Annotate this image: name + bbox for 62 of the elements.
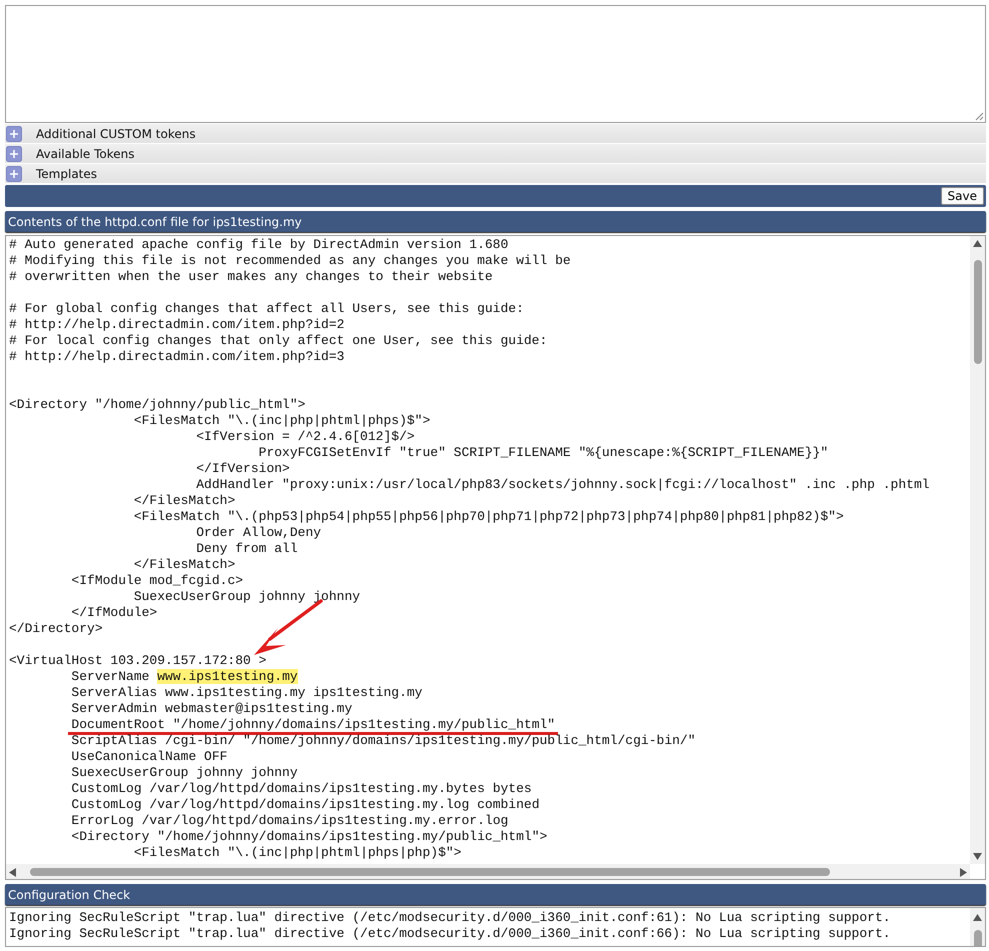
code-line: SuexecUserGroup johnny johnny — [70, 765, 298, 781]
code-line: <VirtualHost 103.209.157.172:80 > — [9, 653, 266, 669]
log-line: Ignoring SecRuleScript "trap.lua" directive (/etc/modsecurity.d/000_i360_init.conf:61): No Lua scripting support. — [9, 910, 891, 926]
code-line: <IfModule mod_fcgid.c> — [70, 573, 244, 589]
code-line: # For global config changes that affect all Users, see this guide: — [9, 301, 524, 317]
code-line: # overwritten when the user makes any changes to their website — [9, 269, 493, 285]
plus-icon — [6, 166, 22, 182]
accordion-row[interactable]: Templates — [5, 164, 986, 183]
config-check-area[interactable] — [5, 907, 986, 947]
config-text-area[interactable] — [5, 235, 986, 880]
section-header: Configuration Check — [5, 884, 986, 905]
code-line: ErrorLog /var/log/httpd/domains/ips1testing.my.error.log — [70, 813, 508, 829]
code-line: ScriptAlias /cgi-bin/ "/home/johnny/domains/ips1testing.my/public_html/cgi-bin/" — [70, 733, 696, 749]
vertical-scrollbar[interactable] — [970, 236, 985, 864]
accordion-row[interactable]: Additional CUSTOM tokens — [5, 124, 986, 143]
code-line: CustomLog /var/log/httpd/domains/ips1testing.my.log combined — [70, 797, 540, 813]
scroll-up-icon[interactable] — [973, 914, 982, 921]
save-button[interactable]: Save — [940, 187, 984, 205]
plus-icon — [6, 126, 22, 142]
code-line: <Directory "/home/johnny/domains/ips1testing.my/public_html"> — [70, 829, 548, 845]
code-line: <IfVersion = /^2.4.6[012]$/> — [195, 429, 415, 445]
code-line: ProxyFCGISetEnvIf "true" SCRIPT_FILENAME "%{unescape:%{SCRIPT_FILENAME}}" — [258, 445, 828, 461]
scroll-left-icon[interactable] — [9, 868, 16, 877]
code-line: <FilesMatch "\.(inc|php|phtml|phps)$"> — [132, 413, 430, 429]
vertical-scrollbar[interactable] — [970, 908, 985, 946]
code-line: ServerAlias www.ips1testing.my ips1testing.my — [70, 685, 422, 701]
code-line: <Directory "/home/johnny/public_html"> — [9, 397, 306, 413]
resize-grip-icon[interactable] — [974, 111, 984, 121]
code-line: # http://help.directadmin.com/item.php?id=3 — [9, 349, 344, 365]
section-header: Contents of the httpd.conf file for ips1testing.my — [5, 211, 986, 232]
scroll-down-icon[interactable] — [973, 853, 982, 860]
code-line: # For local config changes that only affect one User, see this guide: — [9, 333, 548, 349]
accordion-label: Available Tokens — [36, 146, 135, 160]
code-line: </FilesMatch> — [132, 557, 236, 573]
code-line: Deny from all — [195, 541, 298, 557]
accordion-row[interactable]: Available Tokens — [5, 144, 986, 163]
code-line: DocumentRoot "/home/johnny/domains/ips1testing.my/public_html" — [9, 717, 558, 733]
code-line: UseCanonicalName OFF — [70, 749, 228, 765]
accordion-label: Additional CUSTOM tokens — [36, 126, 196, 140]
code-line: SuexecUserGroup johnny johnny — [132, 589, 360, 605]
code-line: AddHandler "proxy:unix:/usr/local/php83/sockets/johnny.sock|fcgi://localhost" .inc .php .phtml — [195, 477, 930, 493]
log-line: Ignoring SecRuleScript "trap.lua" directive (/etc/modsecurity.d/000_i360_init.conf:66): No Lua scripting support. — [9, 926, 891, 942]
horizontal-scrollbar[interactable] — [6, 864, 970, 879]
code-line: ServerName www.ips1testing.my — [70, 669, 298, 685]
code-line: # Auto generated apache config file by DirectAdmin version 1.680 — [9, 237, 508, 253]
plus-icon — [6, 146, 22, 162]
code-line: ServerAdmin webmaster@ips1testing.my — [70, 701, 352, 717]
code-line: # Modifying this file is not recommended as any changes you make will be — [9, 253, 571, 269]
code-line: </IfModule> — [70, 605, 158, 621]
code-line: CustomLog /var/log/httpd/domains/ips1testing.my.bytes bytes — [70, 781, 532, 797]
code-line: </Directory> — [9, 621, 103, 637]
code-line: Order Allow,Deny — [195, 525, 322, 541]
scroll-right-icon[interactable] — [960, 868, 967, 877]
accordion-label: Templates — [36, 166, 98, 180]
code-line: <FilesMatch "\.(inc|php|phtml|phps|php)$"> — [132, 845, 462, 861]
code-line: </IfVersion> — [195, 461, 290, 477]
code-line: <FilesMatch "\.(php53|php54|php55|php56|php70|php71|php72|php73|php74|php80|php81|php82)$"> — [132, 509, 844, 525]
scrollbar-thumb[interactable] — [974, 260, 982, 364]
code-line: # http://help.directadmin.com/item.php?id=2 — [9, 317, 344, 333]
scroll-up-icon[interactable] — [973, 240, 982, 247]
scrollbar-thumb[interactable] — [30, 868, 830, 876]
code-line: </FilesMatch> — [132, 493, 236, 509]
